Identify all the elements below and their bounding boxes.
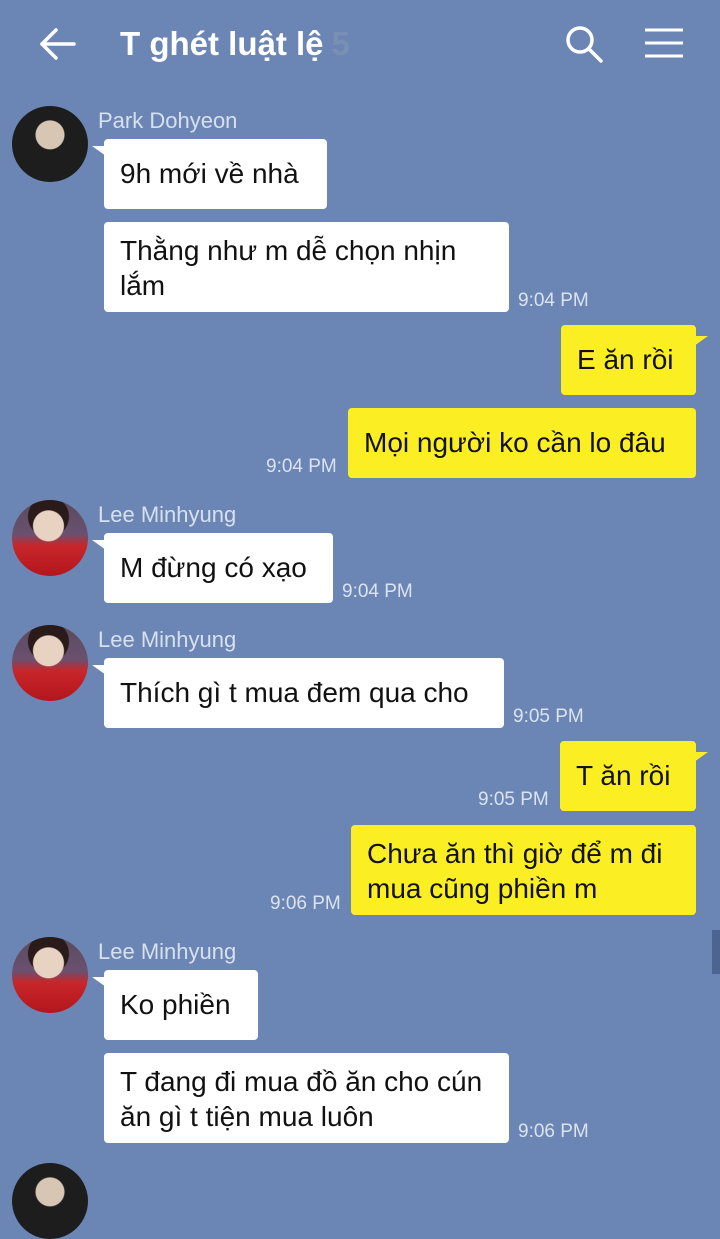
message-bubble[interactable]: T đang đi mua đồ ăn cho cún ăn gì t tiện…: [104, 1053, 509, 1143]
message-text: T ăn rồi: [576, 760, 671, 791]
message-text: E ăn rồi: [577, 344, 674, 375]
arrow-left-icon: [40, 28, 76, 60]
avatar[interactable]: [12, 500, 88, 576]
message-time: 9:04 PM: [266, 456, 337, 477]
message-time: 9:04 PM: [518, 290, 589, 311]
chat-title[interactable]: T ghét luật lệ 5: [120, 22, 350, 66]
message-text: Ko phiền: [120, 989, 231, 1020]
message-bubble[interactable]: Ko phiền: [104, 970, 258, 1040]
message-bubble[interactable]: T ăn rồi: [560, 741, 696, 811]
bubble-tail: [694, 336, 708, 346]
message-text: Chưa ăn thì giờ để m đi mua cũng phiền m: [367, 838, 663, 904]
message-time: 9:06 PM: [518, 1121, 589, 1142]
avatar[interactable]: [12, 625, 88, 701]
message-time: 9:04 PM: [342, 581, 413, 602]
message-time: 9:06 PM: [270, 893, 341, 914]
avatar[interactable]: [12, 106, 88, 182]
message-bubble[interactable]: E ăn rồi: [561, 325, 696, 395]
message-bubble[interactable]: 9h mới về nhà: [104, 139, 327, 209]
sender-name: Lee Minhyung: [98, 502, 237, 527]
menu-button[interactable]: [642, 24, 686, 64]
sender-name: Park Dohyeon: [98, 108, 238, 133]
message-time: 9:05 PM: [478, 789, 549, 810]
search-icon: [566, 26, 603, 63]
message-text: Thằng như m dễ chọn nhịn lắm: [120, 235, 457, 301]
chat-header: T ghét luật lệ 5: [0, 0, 720, 88]
message-bubble[interactable]: Thằng như m dễ chọn nhịn lắm: [104, 222, 509, 312]
message-bubble[interactable]: Mọi người ko cần lo đâu: [348, 408, 696, 478]
message-text: Mọi người ko cần lo đâu: [364, 427, 666, 458]
message-time: 9:05 PM: [513, 706, 584, 727]
sender-name: Lee Minhyung: [98, 939, 237, 964]
search-button[interactable]: [562, 22, 606, 66]
member-count: 5: [331, 25, 350, 62]
message-text: M đừng có xạo: [120, 552, 307, 583]
message-bubble[interactable]: Thích gì t mua đem qua cho: [104, 658, 504, 728]
message-text: 9h mới về nhà: [120, 158, 299, 189]
avatar[interactable]: [12, 1163, 88, 1239]
bubble-tail: [694, 752, 708, 762]
back-button[interactable]: [36, 22, 80, 66]
scrollbar-thumb[interactable]: [712, 930, 720, 974]
message-bubble[interactable]: M đừng có xạo: [104, 533, 333, 603]
sender-name: Lee Minhyung: [98, 627, 237, 652]
message-bubble[interactable]: Chưa ăn thì giờ để m đi mua cũng phiền m: [351, 825, 696, 915]
avatar[interactable]: [12, 937, 88, 1013]
chat-name: T ghét luật lệ: [120, 25, 324, 62]
hamburger-menu-icon: [645, 28, 683, 58]
message-text: T đang đi mua đồ ăn cho cún ăn gì t tiện…: [120, 1066, 483, 1132]
message-text: Thích gì t mua đem qua cho: [120, 677, 469, 708]
